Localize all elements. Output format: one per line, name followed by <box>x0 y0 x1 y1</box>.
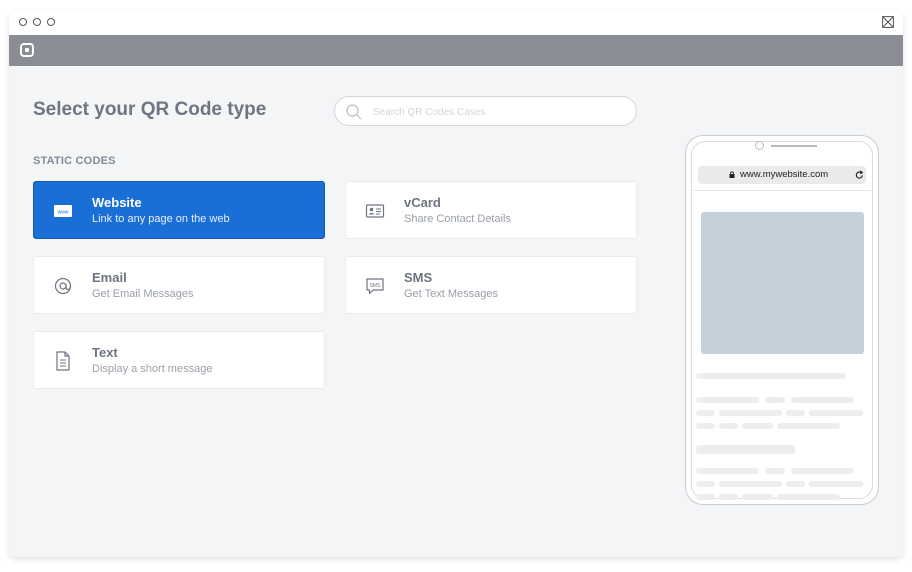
card-title: vCard <box>404 195 441 210</box>
text-placeholder <box>696 373 846 379</box>
text-placeholder <box>696 481 715 487</box>
text-placeholder <box>777 494 840 500</box>
browser-url-bar: www.mywebsite.com <box>698 166 866 184</box>
phone-divider <box>693 190 871 191</box>
app-window: Select your QR Code type STATIC CODES ww… <box>9 11 903 557</box>
text-placeholder <box>809 481 863 487</box>
lock-icon <box>729 171 735 178</box>
app-header-bar <box>9 35 903 66</box>
qr-type-card-website[interactable]: www Website Link to any page on the web <box>33 181 325 239</box>
text-placeholder <box>696 410 715 416</box>
text-placeholder <box>791 468 854 474</box>
document-icon <box>56 351 70 371</box>
card-subtitle: Link to any page on the web <box>92 213 230 225</box>
text-placeholder <box>696 445 795 454</box>
text-placeholder <box>742 423 773 429</box>
app-logo-icon[interactable] <box>20 43 34 57</box>
text-placeholder <box>765 397 785 403</box>
card-subtitle: Share Contact Details <box>404 213 511 225</box>
card-subtitle: Display a short message <box>92 363 213 375</box>
svg-text:www: www <box>58 210 69 216</box>
card-subtitle: Get Email Messages <box>92 288 194 300</box>
section-label-static-codes: STATIC CODES <box>33 155 116 167</box>
close-box-icon[interactable] <box>882 16 894 28</box>
search-input[interactable] <box>371 103 625 121</box>
phone-preview: www.mywebsite.com <box>685 135 879 505</box>
url-text: www.mywebsite.com <box>740 169 829 180</box>
card-subtitle: Get Text Messages <box>404 288 498 300</box>
card-title: Text <box>92 345 118 360</box>
contact-card-icon <box>365 204 385 218</box>
text-placeholder <box>696 423 715 429</box>
text-placeholder <box>786 481 805 487</box>
search-box[interactable] <box>334 96 637 126</box>
card-title: Email <box>92 270 127 285</box>
title-bar <box>9 11 903 35</box>
reload-icon <box>855 170 864 179</box>
window-control-icon[interactable] <box>33 18 41 26</box>
at-sign-icon <box>54 277 72 295</box>
qr-type-card-vcard[interactable]: vCard Share Contact Details <box>345 181 637 239</box>
text-placeholder <box>719 423 738 429</box>
text-placeholder <box>719 410 782 416</box>
www-icon: www <box>54 205 72 217</box>
text-placeholder <box>696 468 759 474</box>
text-placeholder <box>696 397 759 403</box>
text-placeholder <box>742 494 773 500</box>
text-placeholder <box>719 481 782 487</box>
text-placeholder <box>791 397 854 403</box>
qr-type-card-sms[interactable]: SMS SMS Get Text Messages <box>345 256 637 314</box>
search-icon <box>346 104 362 120</box>
text-placeholder <box>719 494 738 500</box>
text-placeholder <box>696 494 715 500</box>
hero-image-placeholder <box>701 212 864 354</box>
card-title: Website <box>92 195 142 210</box>
window-control-icon[interactable] <box>47 18 55 26</box>
text-placeholder <box>809 410 863 416</box>
window-control-icon[interactable] <box>19 18 27 26</box>
text-placeholder <box>765 468 785 474</box>
card-title: SMS <box>404 270 433 285</box>
text-placeholder <box>777 423 840 429</box>
page-title: Select your QR Code type <box>33 99 267 120</box>
qr-type-card-email[interactable]: Email Get Email Messages <box>33 256 325 314</box>
phone-camera-icon <box>755 141 764 150</box>
sms-bubble-icon: SMS <box>366 278 384 295</box>
svg-text:SMS: SMS <box>370 283 382 289</box>
text-placeholder <box>786 410 805 416</box>
phone-speaker <box>771 145 817 147</box>
qr-type-card-text[interactable]: Text Display a short message <box>33 331 325 389</box>
